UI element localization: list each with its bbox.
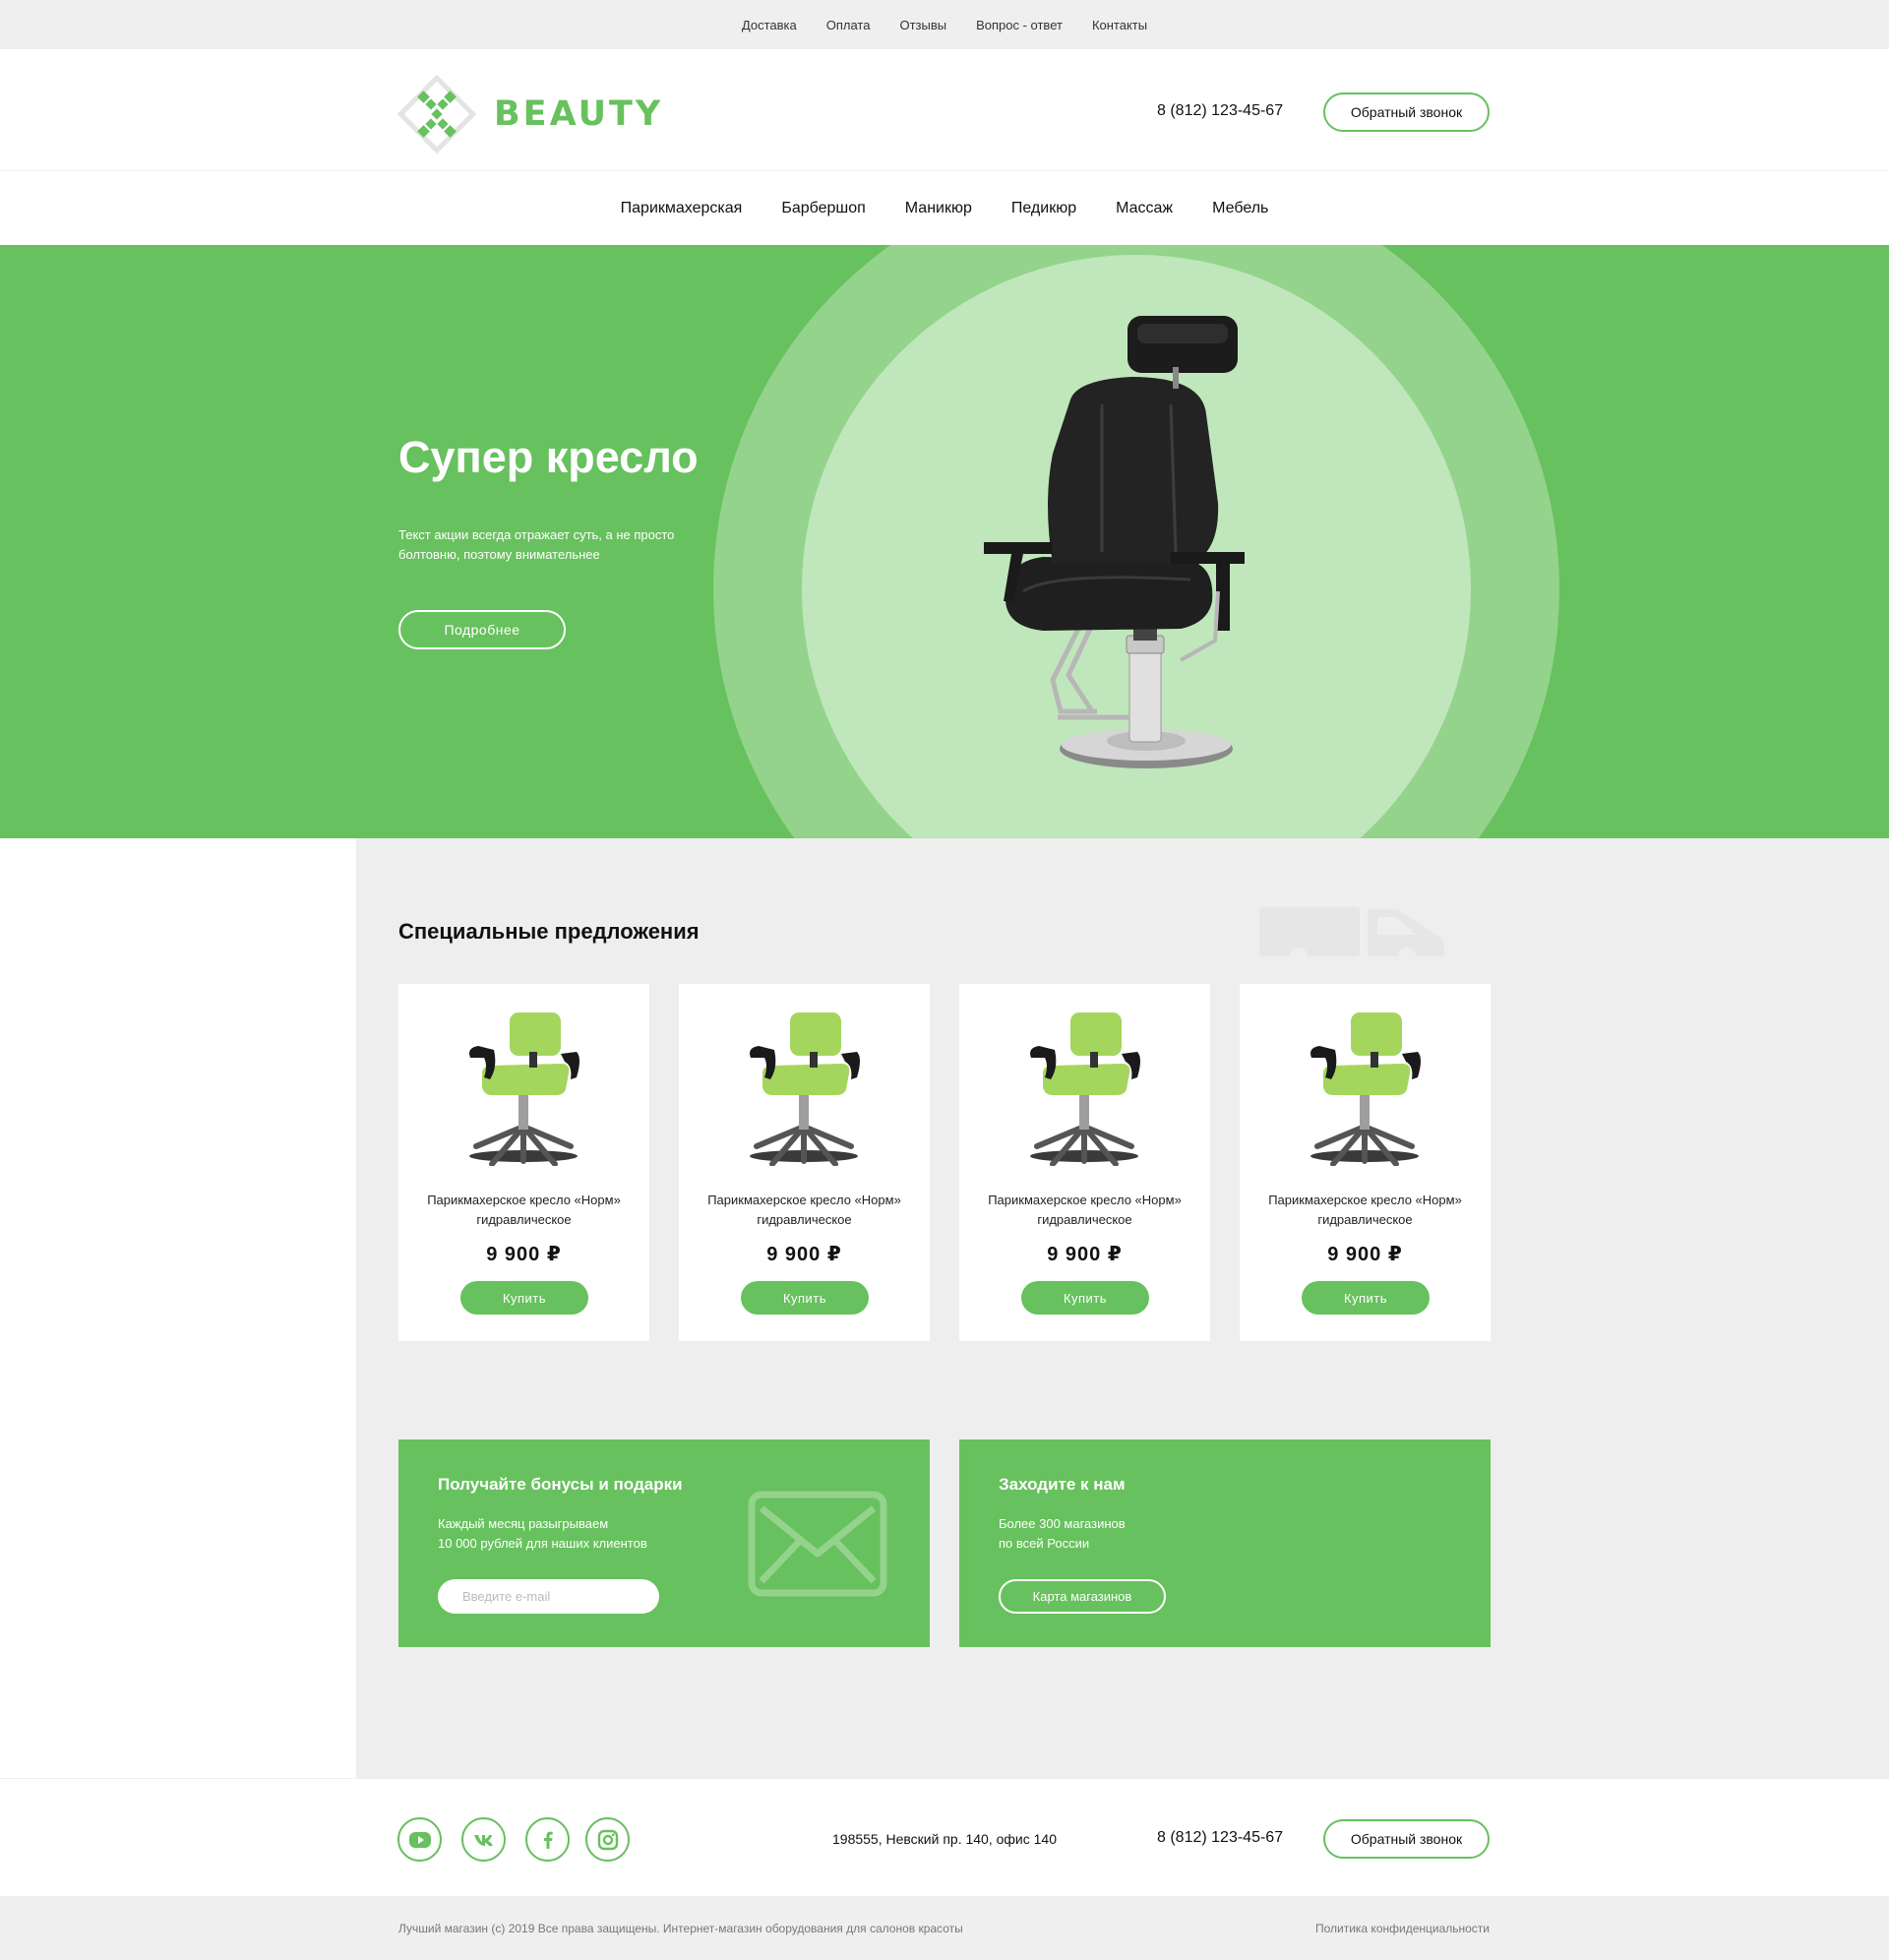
buy-button[interactable]: Купить xyxy=(1021,1281,1149,1315)
product-name[interactable]: Парикмахерское кресло «Норм» гидравличес… xyxy=(959,1191,1210,1230)
footer-phone[interactable]: 8 (812) 123-45-67 xyxy=(1157,1829,1283,1847)
product-chair-image xyxy=(1310,1012,1421,1166)
product-chair-image xyxy=(469,1012,579,1166)
site-header: BEAUTY 8 (812) 123-45-67 Обратный звонок xyxy=(0,49,1889,171)
toplink-delivery[interactable]: Доставка xyxy=(742,18,797,32)
copyright-text: Лучший магазин (с) 2019 Все права защище… xyxy=(398,1922,963,1935)
section-title-offers: Специальные предложения xyxy=(398,919,700,944)
promo-bonus-line1: Каждый месяц разыгрываем xyxy=(438,1516,609,1531)
promo-stores-text: Более 300 магазинов по всей России xyxy=(999,1514,1126,1554)
toplink-contacts[interactable]: Контакты xyxy=(1092,18,1147,32)
hero-text: Текст акции всегда отражает суть, а не п… xyxy=(398,527,675,562)
promo-bonus-block: Получайте бонусы и подарки Каждый месяц … xyxy=(398,1439,930,1647)
email-field[interactable] xyxy=(438,1579,659,1614)
product-price: 9 900 ₽ xyxy=(486,1244,562,1265)
hero-chair-image xyxy=(984,316,1245,768)
privacy-policy-link[interactable]: Политика конфиденциальности xyxy=(1315,1922,1490,1935)
promo-stores-block: Заходите к нам Более 300 магазинов по вс… xyxy=(959,1439,1491,1647)
promo-stores-line1: Более 300 магазинов xyxy=(999,1516,1126,1531)
promo-stores-title: Заходите к нам xyxy=(999,1475,1126,1494)
nav-item-pedicure[interactable]: Педикюр xyxy=(1011,200,1076,217)
vk-icon[interactable] xyxy=(461,1817,506,1862)
logo-text: BEAUTY xyxy=(494,94,664,134)
footer-address: 198555, Невский пр. 140, офис 140 xyxy=(832,1831,1057,1847)
product-card[interactable]: Парикмахерское кресло «Норм» гидравличес… xyxy=(398,984,649,1341)
bottom-bar: Лучший магазин (с) 2019 Все права защище… xyxy=(0,1896,1889,1960)
product-price: 9 900 ₽ xyxy=(1327,1244,1403,1265)
product-name[interactable]: Парикмахерское кресло «Норм» гидравличес… xyxy=(1240,1191,1491,1230)
callback-button[interactable]: Обратный звонок xyxy=(1323,92,1490,132)
envelope-icon xyxy=(748,1491,887,1597)
toplink-faq[interactable]: Вопрос - ответ xyxy=(976,18,1063,32)
product-name[interactable]: Парикмахерское кресло «Норм» гидравличес… xyxy=(398,1191,649,1230)
nav-item-massage[interactable]: Массаж xyxy=(1116,200,1173,217)
truck-icon xyxy=(1259,907,1444,964)
youtube-icon[interactable] xyxy=(397,1817,442,1862)
product-card[interactable]: Парикмахерское кресло «Норм» гидравличес… xyxy=(959,984,1210,1341)
facebook-icon[interactable] xyxy=(525,1817,570,1862)
product-price: 9 900 ₽ xyxy=(766,1244,842,1265)
nav-item-barbershop[interactable]: Барбершоп xyxy=(781,200,865,217)
header-phone[interactable]: 8 (812) 123-45-67 xyxy=(1157,102,1283,120)
buy-button[interactable]: Купить xyxy=(1302,1281,1430,1315)
logo-icon xyxy=(397,75,476,153)
promo-stores-line2: по всей России xyxy=(999,1536,1090,1551)
toplink-reviews[interactable]: Отзывы xyxy=(899,18,946,32)
buy-button[interactable]: Купить xyxy=(741,1281,869,1315)
nav-item-furniture[interactable]: Мебель xyxy=(1212,200,1268,217)
logo[interactable]: BEAUTY xyxy=(397,75,663,153)
promo-bonus-text: Каждый месяц разыгрываем 10 000 рублей д… xyxy=(438,1514,647,1554)
stores-map-button[interactable]: Карта магазинов xyxy=(999,1579,1166,1614)
product-price: 9 900 ₽ xyxy=(1047,1244,1123,1265)
site-footer: 198555, Невский пр. 140, офис 140 8 (812… xyxy=(0,1778,1889,1896)
toplink-payment[interactable]: Оплата xyxy=(826,18,871,32)
product-name[interactable]: Парикмахерское кресло «Норм» гидравличес… xyxy=(679,1191,930,1230)
hero-more-button[interactable]: Подробнее xyxy=(398,610,566,649)
nav-item-hairdressing[interactable]: Парикмахерская xyxy=(621,200,743,217)
hero-title: Супер кресло xyxy=(398,432,699,482)
instagram-icon[interactable] xyxy=(585,1817,630,1862)
main-left-gutter xyxy=(0,838,356,1778)
footer-callback-button[interactable]: Обратный звонок xyxy=(1323,1819,1490,1859)
promo-bonus-line2: 10 000 рублей для наших клиентов xyxy=(438,1536,647,1551)
product-chair-image xyxy=(1030,1012,1140,1166)
promo-bonus-title: Получайте бонусы и подарки xyxy=(438,1475,683,1494)
top-links-bar: Доставка Оплата Отзывы Вопрос - ответ Ко… xyxy=(0,0,1889,49)
product-card[interactable]: Парикмахерское кресло «Норм» гидравличес… xyxy=(679,984,930,1341)
hero-banner: Супер кресло Текст акции всегда отражает… xyxy=(0,245,1889,838)
product-chair-image xyxy=(750,1012,860,1166)
product-card[interactable]: Парикмахерское кресло «Норм» гидравличес… xyxy=(1240,984,1491,1341)
buy-button[interactable]: Купить xyxy=(460,1281,588,1315)
category-nav: Парикмахерская Барбершоп Маникюр Педикюр… xyxy=(0,172,1889,245)
nav-item-manicure[interactable]: Маникюр xyxy=(905,200,972,217)
